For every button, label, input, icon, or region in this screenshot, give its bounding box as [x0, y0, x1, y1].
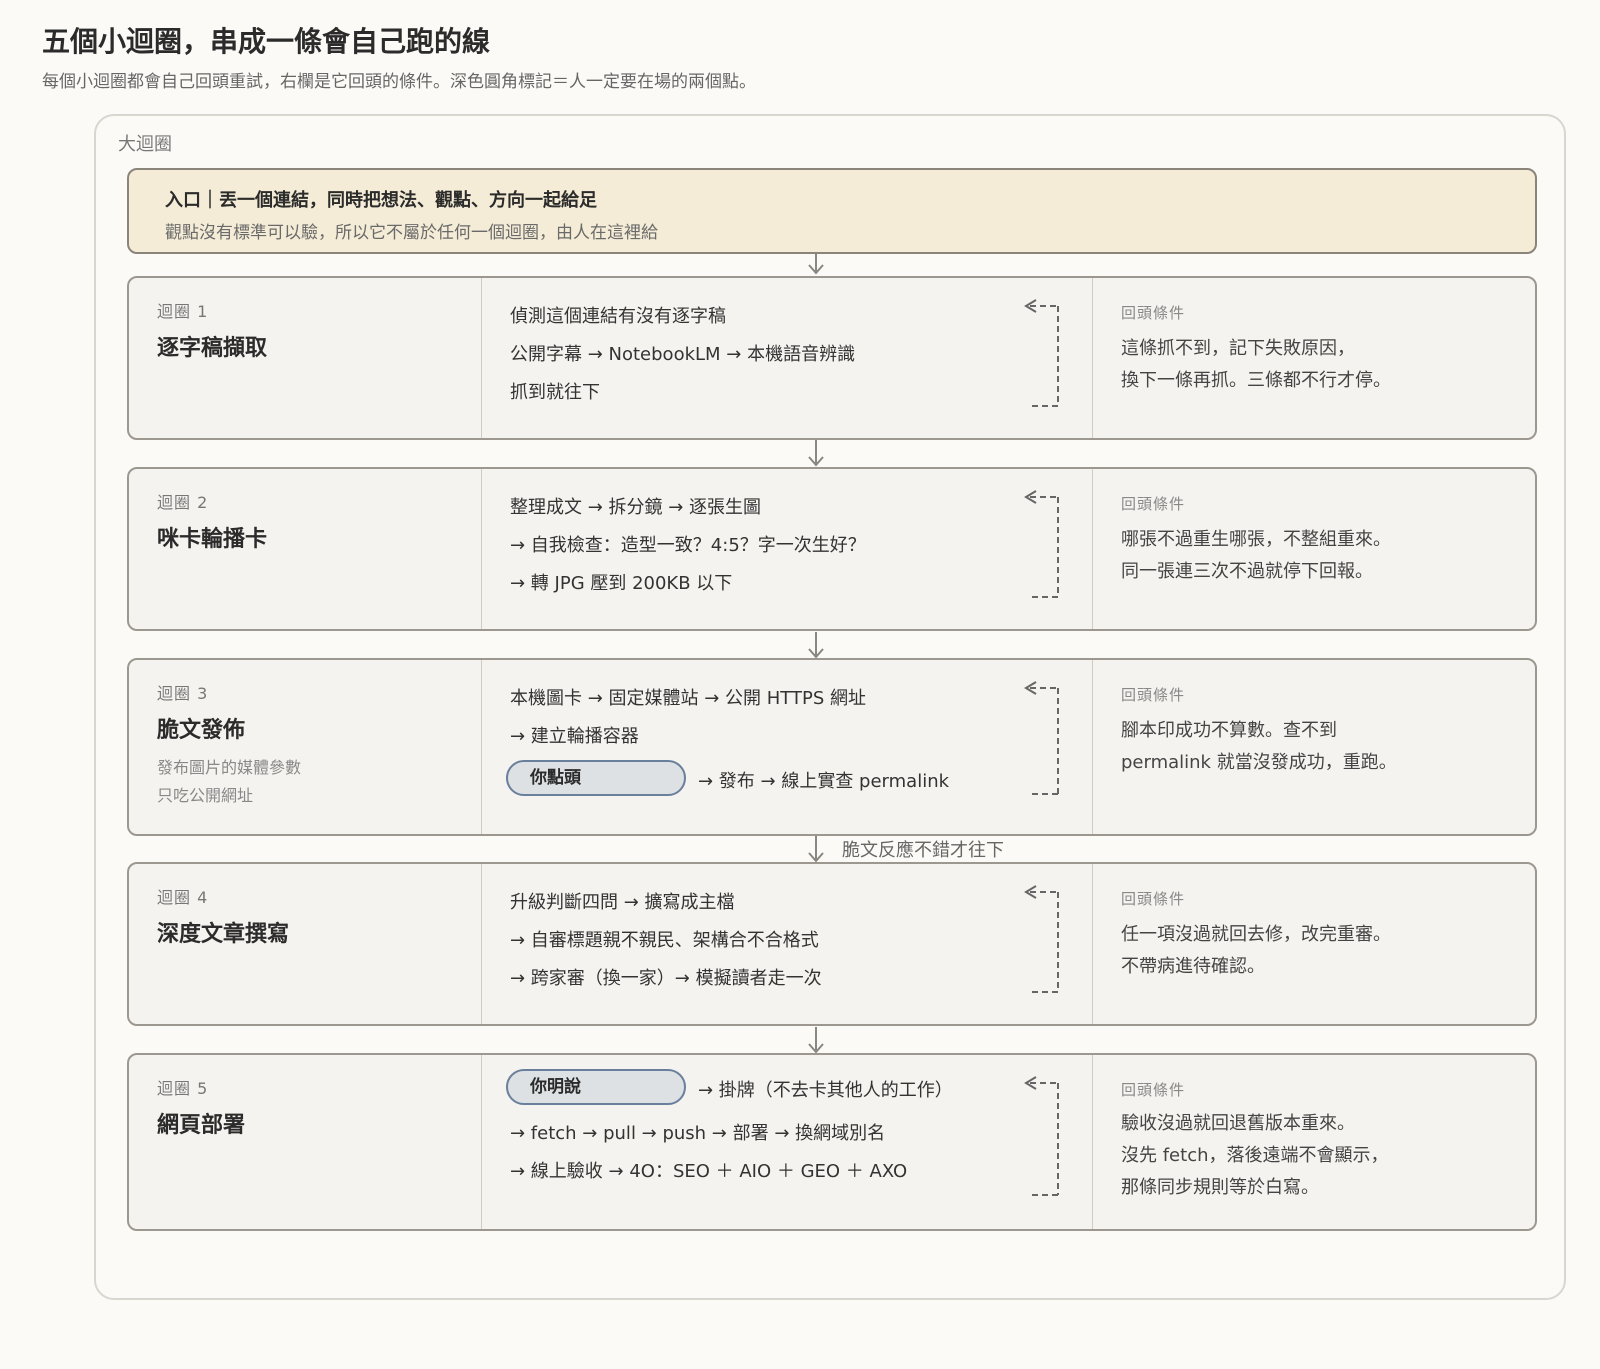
return-condition: 沒先 fetch，落後遠端不會顯示，: [1121, 1145, 1389, 1166]
human-checkpoint-badge: 你明說: [506, 1069, 686, 1105]
retry-loop-icon: [1024, 1076, 1059, 1196]
loop-steps-column: 你明說 → 掛牌（不去卡其他人的工作） → fetch → pull → pus…: [481, 1055, 1092, 1229]
loop-step: → 跨家審（換一家）→ 模擬讀者走一次: [510, 968, 822, 989]
return-condition-label: 回頭條件: [1121, 1081, 1186, 1099]
between-label: 脆文反應不錯才往下: [842, 840, 1004, 861]
loop-number: 迴圈 2: [157, 493, 209, 512]
retry-loop-icon: [1024, 885, 1059, 993]
entry-desc: 觀點沒有標準可以驗，所以它不屬於任何一個迴圈，由人在這裡給: [165, 223, 658, 243]
return-condition-label: 回頭條件: [1121, 686, 1186, 704]
page-title: 五個小迴圈，串成一條會自己跑的線: [42, 25, 491, 58]
outer-loop-label: 大迴圈: [118, 134, 172, 155]
loop-step: → fetch → pull → push → 部署 → 換網域別名: [510, 1123, 886, 1144]
loop-number: 迴圈 5: [157, 1079, 209, 1098]
loop-title-column: 迴圈 1 逐字稿擷取: [129, 278, 481, 438]
loop-name: 網頁部署: [157, 1113, 246, 1138]
return-condition: 腳本印成功不算數。查不到: [1121, 720, 1337, 741]
loop-step: 偵測這個連結有沒有逐字稿: [510, 306, 726, 327]
loop-step: → 發布 → 線上實查 permalink: [698, 771, 950, 792]
retry-loop-icon: [1024, 299, 1059, 407]
loop-title-column: 迴圈 3 脆文發佈 發布圖片的媒體參數 只吃公開網址: [129, 660, 481, 834]
return-condition: 那條同步規則等於白寫。: [1121, 1177, 1319, 1198]
return-condition: 不帶病進待確認。: [1121, 956, 1265, 977]
return-condition-label: 回頭條件: [1121, 890, 1186, 908]
loop-step: 本機圖卡 → 固定媒體站 → 公開 HTTPS 網址: [510, 688, 866, 709]
loop-step: 升級判斷四問 → 擴寫成主檔: [510, 892, 735, 913]
return-condition-label: 回頭條件: [1121, 304, 1186, 322]
down-arrow-icon: [808, 632, 824, 659]
return-condition-column: 回頭條件 哪張不過重生哪張，不整組重來。 同一張連三次不過就停下回報。: [1092, 469, 1535, 629]
entry-box: 入口｜丟一個連結，同時把想法、觀點、方向一起給足 觀點沒有標準可以驗，所以它不屬…: [127, 168, 1537, 254]
down-arrow-icon: [808, 1027, 824, 1054]
human-checkpoint-badge: 你點頭: [506, 760, 686, 796]
loop-step: → 自審標題親不親民、架構合不合格式: [510, 930, 819, 951]
loop-steps-column: 整理成文 → 拆分鏡 → 逐張生圖 → 自我檢查：造型一致？4:5？字一次生好？…: [481, 469, 1092, 629]
loop-number: 迴圈 1: [157, 302, 209, 321]
return-condition-column: 回頭條件 腳本印成功不算數。查不到 permalink 就當沒發成功，重跑。: [1092, 660, 1535, 834]
retry-loop-icon: [1024, 490, 1059, 598]
loop-box-1: 迴圈 1 逐字稿擷取 偵測這個連結有沒有逐字稿 公開字幕 → NotebookL…: [127, 276, 1537, 440]
loop-note: 發布圖片的媒體參數: [157, 758, 302, 777]
return-condition-column: 回頭條件 這條抓不到，記下失敗原因， 換下一條再抓。三條都不行才停。: [1092, 278, 1535, 438]
loop-steps-column: 升級判斷四問 → 擴寫成主檔 → 自審標題親不親民、架構合不合格式 → 跨家審（…: [481, 864, 1092, 1024]
loop-step: → 自我檢查：造型一致？4:5？字一次生好？: [510, 535, 866, 556]
return-condition: 任一項沒過就回去修，改完重審。: [1121, 924, 1391, 945]
page-subtitle: 每個小迴圈都會自己回頭重試，右欄是它回頭的條件。深色圓角標記＝人一定要在場的兩個…: [42, 72, 756, 92]
down-arrow-icon: [808, 836, 824, 863]
loop-box-2: 迴圈 2 咪卡輪播卡 整理成文 → 拆分鏡 → 逐張生圖 → 自我檢查：造型一致…: [127, 467, 1537, 631]
loop-step: 公開字幕 → NotebookLM → 本機語音辨識: [510, 344, 856, 365]
loop-number: 迴圈 4: [157, 888, 209, 907]
loop-step: → 建立輪播容器: [510, 726, 639, 747]
loop-title-column: 迴圈 2 咪卡輪播卡: [129, 469, 481, 629]
loop-name: 咪卡輪播卡: [157, 527, 268, 552]
loop-step: → 掛牌（不去卡其他人的工作）: [698, 1080, 953, 1101]
return-condition-column: 回頭條件 驗收沒過就回退舊版本重來。 沒先 fetch，落後遠端不會顯示， 那條…: [1092, 1055, 1535, 1229]
loop-step: 整理成文 → 拆分鏡 → 逐張生圖: [510, 497, 762, 518]
loop-name: 逐字稿擷取: [157, 336, 268, 361]
loop-box-4: 迴圈 4 深度文章撰寫 升級判斷四問 → 擴寫成主檔 → 自審標題親不親民、架構…: [127, 862, 1537, 1026]
down-arrow-icon: [808, 254, 824, 275]
loop-name: 脆文發佈: [157, 718, 246, 743]
retry-loop-icon: [1024, 681, 1059, 795]
loop-step: → 線上驗收 → 4O：SEO ＋ AIO ＋ GEO ＋ AXO: [510, 1161, 908, 1182]
loop-name: 深度文章撰寫: [157, 922, 290, 947]
loop-steps-column: 本機圖卡 → 固定媒體站 → 公開 HTTPS 網址 → 建立輪播容器 你點頭 …: [481, 660, 1092, 834]
loop-step: 抓到就往下: [510, 382, 600, 403]
loop-step: → 轉 JPG 壓到 200KB 以下: [510, 573, 733, 594]
return-condition: 驗收沒過就回退舊版本重來。: [1121, 1113, 1355, 1134]
loop-steps-column: 偵測這個連結有沒有逐字稿 公開字幕 → NotebookLM → 本機語音辨識 …: [481, 278, 1092, 438]
loop-title-column: 迴圈 5 網頁部署: [129, 1055, 481, 1229]
loop-box-5: 迴圈 5 網頁部署 你明說 → 掛牌（不去卡其他人的工作） → fetch → …: [127, 1053, 1537, 1231]
down-arrow-icon: [808, 440, 824, 467]
return-condition-label: 回頭條件: [1121, 495, 1186, 513]
return-condition: 這條抓不到，記下失敗原因，: [1121, 338, 1355, 359]
return-condition: 換下一條再抓。三條都不行才停。: [1121, 370, 1391, 391]
loop-note: 只吃公開網址: [157, 786, 254, 805]
loop-title-column: 迴圈 4 深度文章撰寫: [129, 864, 481, 1024]
entry-title: 入口｜丟一個連結，同時把想法、觀點、方向一起給足: [165, 190, 597, 211]
return-condition: 哪張不過重生哪張，不整組重來。: [1121, 529, 1391, 550]
loop-number: 迴圈 3: [157, 684, 209, 703]
loop-box-3: 迴圈 3 脆文發佈 發布圖片的媒體參數 只吃公開網址 本機圖卡 → 固定媒體站 …: [127, 658, 1537, 836]
return-condition: permalink 就當沒發成功，重跑。: [1121, 752, 1397, 773]
return-condition: 同一張連三次不過就停下回報。: [1121, 561, 1373, 582]
return-condition-column: 回頭條件 任一項沒過就回去修，改完重審。 不帶病進待確認。: [1092, 864, 1535, 1024]
